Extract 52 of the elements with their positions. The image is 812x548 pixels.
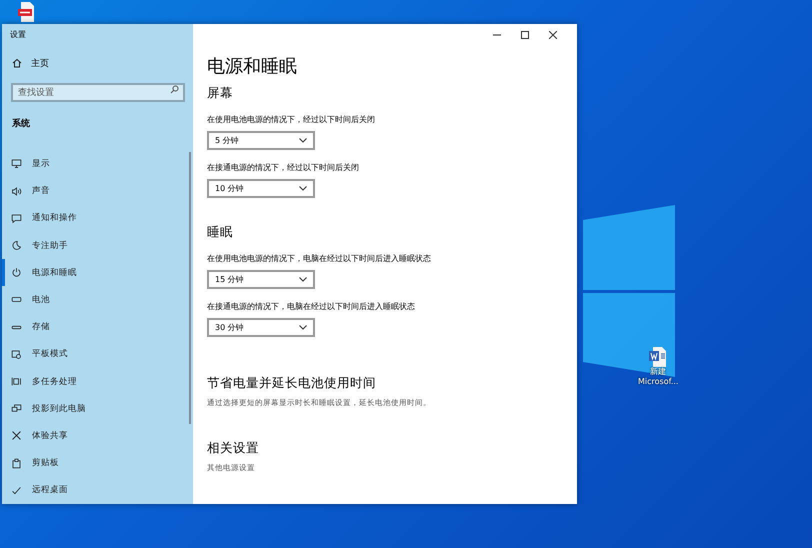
time-dropdown[interactable]: 10 分钟 [207, 179, 315, 198]
sidebar-item[interactable]: 存储 [2, 314, 193, 341]
time-dropdown[interactable]: 15 分钟 [207, 270, 315, 289]
sidebar-item[interactable]: 电池 [2, 286, 193, 314]
projector-icon [11, 403, 22, 414]
home-link[interactable]: 主页 [31, 56, 49, 70]
section-heading: 相关设置 [207, 440, 260, 457]
power-icon [11, 267, 22, 278]
sidebar-item[interactable]: 远程桌面 [2, 476, 193, 504]
chevron-down-icon [299, 138, 307, 143]
sidebar-item[interactable]: 声音 [2, 178, 193, 205]
setting-label: 在接通电源的情况下，电脑在经过以下时间后进入睡眠状态 [207, 301, 416, 312]
section-heading: 屏幕 [207, 85, 234, 102]
section-heading: 系统 [11, 117, 31, 132]
chevron-down-icon [299, 186, 307, 191]
check-icon [11, 484, 22, 496]
clipboard-icon [11, 458, 22, 469]
time-dropdown[interactable]: 5 分钟 [207, 131, 315, 150]
multitask-icon [11, 376, 22, 388]
speaker-icon [11, 186, 22, 197]
section-heading: 睡眠 [207, 224, 234, 241]
word-document-icon[interactable] [649, 347, 668, 367]
page-title: 电源和睡眠 [207, 55, 298, 78]
scrollbar[interactable] [189, 152, 191, 424]
time-dropdown[interactable]: 30 分钟 [207, 318, 315, 337]
sidebar-item[interactable]: 多任务处理 [2, 368, 193, 396]
pdf-file-icon[interactable] [18, 2, 36, 22]
setting-label: 在使用电池电源的情况下，经过以下时间后关闭 [207, 114, 376, 125]
sidebar-item[interactable]: 平板模式 [2, 340, 193, 368]
search-field[interactable]: 查找设置 [11, 83, 185, 102]
setting-label: 在使用电池电源的情况下，电脑在经过以下时间后进入睡眠状态 [207, 253, 432, 264]
search-icon [170, 84, 179, 94]
chevron-down-icon [299, 325, 307, 330]
desktop-icon-label: 新建 [650, 367, 666, 377]
section-heading: 节省电量并延长电池使用时间 [207, 375, 377, 392]
sidebar-item[interactable]: 显示 [2, 150, 193, 178]
chevron-down-icon [299, 277, 307, 282]
maximize-icon [521, 31, 529, 39]
sidebar-item[interactable]: 通知和操作 [2, 204, 193, 232]
monitor-icon [11, 158, 22, 170]
desktop-icon-label: Microsof... [638, 377, 678, 387]
sidebar-item[interactable]: 剪贴板 [2, 450, 193, 477]
moon-icon [11, 240, 22, 252]
tablet-icon [11, 348, 22, 360]
sidebar-item[interactable]: 投影到此电脑 [2, 395, 193, 422]
close-icon [549, 31, 557, 39]
sidebar-item[interactable]: 专注助手 [2, 232, 193, 260]
window-title: 设置 [9, 29, 27, 41]
sidebar-item[interactable]: 体验共享 [2, 422, 193, 450]
speech-bubble-icon [11, 212, 22, 224]
setting-label: 在接通电源的情况下，经过以下时间后关闭 [207, 162, 360, 173]
home-icon[interactable] [12, 58, 22, 68]
